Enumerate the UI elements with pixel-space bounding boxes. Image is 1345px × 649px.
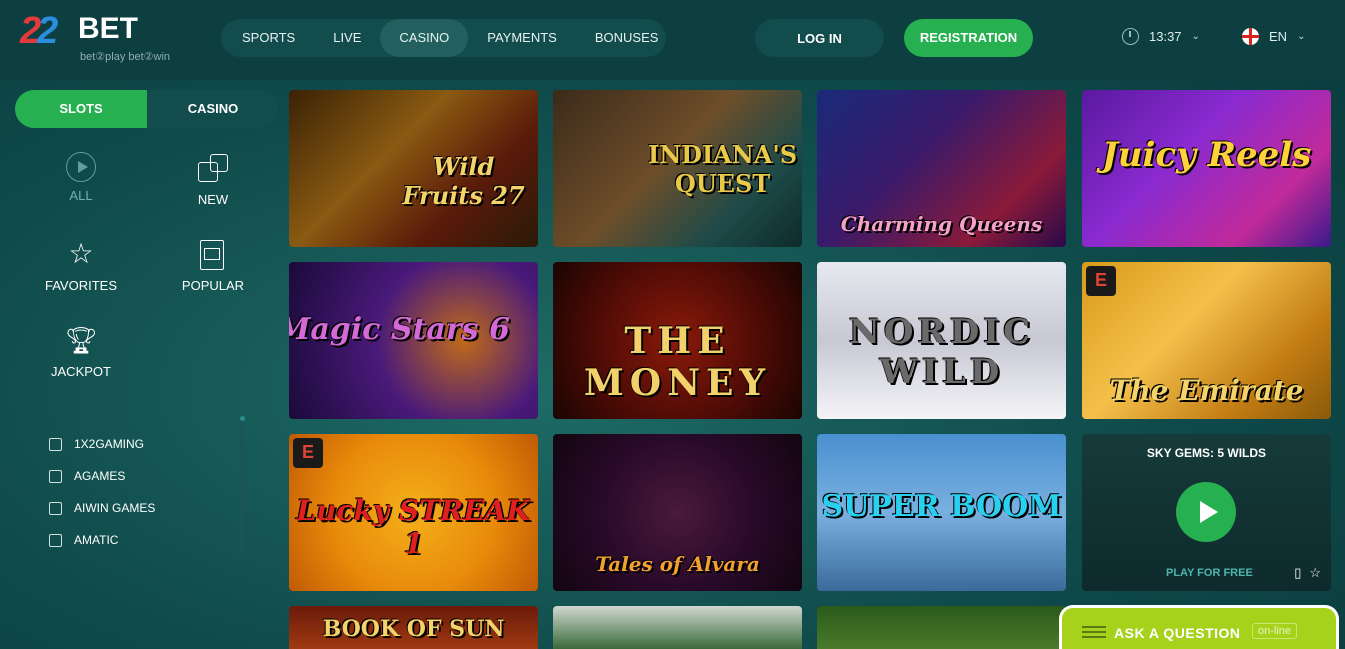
clock-icon	[1122, 28, 1139, 45]
provider-filter-list: 1X2GAMING AGAMES AIWIN GAMES AMATIC	[49, 428, 155, 556]
nav-live[interactable]: LIVE	[314, 19, 380, 57]
provider-item[interactable]: 1X2GAMING	[49, 428, 155, 460]
game-title: BOOK OF SUN	[322, 616, 505, 642]
trophy-icon: 🏆︎	[64, 325, 98, 355]
game-type-tabs: SLOTS CASINO	[15, 90, 279, 128]
game-tile[interactable]: Magic Stars 6	[289, 262, 538, 419]
game-title: Lucky STREAK 1	[296, 494, 531, 560]
brand-logo[interactable]: 22 BET bet②play bet②win	[20, 10, 195, 66]
game-tile[interactable]: BOOK OF SUN	[289, 606, 538, 649]
game-tile[interactable]	[553, 606, 802, 649]
category-all[interactable]: ALL	[26, 152, 136, 203]
slot-machine-icon	[196, 238, 230, 272]
category-jackpot[interactable]: 🏆︎ JACKPOT	[26, 324, 136, 379]
favorite-star-icon[interactable]: ☆	[1309, 565, 1321, 581]
scrollbar-thumb[interactable]	[240, 416, 245, 421]
main-nav: SPORTS LIVE CASINO PAYMENTS BONUSES	[221, 19, 666, 57]
game-tile[interactable]	[817, 606, 1066, 649]
menu-icon	[1082, 626, 1106, 638]
nav-casino[interactable]: CASINO	[380, 19, 469, 57]
game-tile[interactable]: Lucky STREAK 1	[289, 434, 538, 591]
chevron-down-icon: ⌄	[1191, 31, 1200, 42]
time-display: 13:37	[1149, 29, 1182, 44]
game-title: INDIANA'S QUEST	[647, 140, 798, 198]
game-tile[interactable]: The Emirate	[1082, 262, 1331, 419]
mobile-icon: ▯	[1294, 565, 1302, 580]
registration-button[interactable]: REGISTRATION	[904, 19, 1033, 57]
nav-payments[interactable]: PAYMENTS	[468, 19, 576, 57]
logo-number: 22	[20, 10, 58, 52]
provider-label: AIWIN GAMES	[74, 501, 156, 515]
language-selector[interactable]: EN ⌄	[1242, 28, 1305, 45]
chevron-down-icon: ⌄	[1297, 31, 1306, 42]
nav-bonuses[interactable]: BONUSES	[576, 19, 678, 57]
game-tile[interactable]: Tales of Alvara	[553, 434, 802, 591]
chat-status-badge: on-line	[1252, 623, 1298, 639]
checkbox[interactable]	[49, 533, 62, 547]
category-favorites[interactable]: ☆ FAVORITES	[26, 238, 136, 293]
category-new[interactable]: NEW	[158, 152, 268, 207]
logo-tagline: bet②play bet②win	[80, 51, 171, 63]
game-title: Wild Fruits 27	[402, 152, 525, 210]
checkbox[interactable]	[49, 469, 62, 483]
play-for-free-link[interactable]: PLAY FOR FREE	[1166, 567, 1253, 579]
top-header: 22 BET bet②play bet②win SPORTS LIVE CASI…	[0, 0, 1345, 80]
provider-item[interactable]: AGAMES	[49, 460, 155, 492]
uk-flag-icon	[1242, 28, 1259, 45]
star-icon: ☆	[68, 238, 94, 269]
game-title: NORDIC WILD	[848, 312, 1035, 392]
play-icon	[66, 152, 96, 182]
tile-actions: ▯ ☆	[1294, 565, 1321, 581]
provider-item[interactable]: AIWIN GAMES	[49, 492, 155, 524]
category-label: JACKPOT	[51, 364, 111, 379]
game-tile-hovered[interactable]: SKY GEMS: 5 WILDS PLAY FOR FREE ▯ ☆	[1082, 434, 1331, 591]
tab-casino[interactable]: CASINO	[147, 90, 279, 128]
game-title: Tales of Alvara	[595, 552, 760, 576]
checkbox[interactable]	[49, 501, 62, 515]
provider-item[interactable]: AMATIC	[49, 524, 155, 556]
game-tile[interactable]: INDIANA'S QUEST	[553, 90, 802, 247]
provider-badge-icon	[293, 438, 323, 468]
category-label: ALL	[69, 188, 93, 203]
game-tile[interactable]: SUPER BOOM	[817, 434, 1066, 591]
game-tile[interactable]: Charming Queens	[817, 90, 1066, 247]
ask-question-chat-widget[interactable]: ASK A QUESTION on-line	[1059, 605, 1339, 649]
provider-label: AGAMES	[74, 469, 126, 483]
game-tile[interactable]: Juicy Reels	[1082, 90, 1331, 247]
category-label: FAVORITES	[45, 278, 117, 293]
provider-label: AMATIC	[74, 533, 119, 547]
game-title: Juicy Reels	[1101, 135, 1312, 175]
time-selector[interactable]: 13:37 ⌄	[1122, 28, 1200, 45]
logo-word: BET	[78, 12, 138, 45]
nav-sports[interactable]: SPORTS	[223, 19, 314, 57]
language-code: EN	[1269, 29, 1288, 44]
tab-slots[interactable]: SLOTS	[15, 90, 147, 128]
provider-label: 1X2GAMING	[74, 437, 145, 451]
dice-icon	[196, 152, 230, 186]
game-tile[interactable]: NORDIC WILD	[817, 262, 1066, 419]
game-title: SUPER BOOM	[821, 489, 1062, 524]
login-button[interactable]: LOG IN	[755, 19, 884, 57]
game-tile[interactable]: THE MONEY	[553, 262, 802, 419]
game-tile[interactable]: Wild Fruits 27	[289, 90, 538, 247]
game-title: The Emirate	[1109, 374, 1304, 407]
game-title: THE MONEY	[583, 320, 772, 404]
game-title: SKY GEMS: 5 WILDS	[1146, 446, 1267, 460]
category-popular[interactable]: POPULAR	[158, 238, 268, 293]
category-label: NEW	[197, 192, 229, 207]
game-title: Magic Stars 6	[289, 312, 510, 347]
chat-label: ASK A QUESTION	[1114, 625, 1241, 641]
provider-badge-icon	[1086, 266, 1116, 296]
provider-scrollbar[interactable]	[240, 418, 244, 553]
category-label: POPULAR	[181, 278, 245, 293]
checkbox[interactable]	[49, 437, 62, 451]
game-title: Charming Queens	[840, 212, 1043, 236]
play-button[interactable]	[1176, 482, 1236, 542]
